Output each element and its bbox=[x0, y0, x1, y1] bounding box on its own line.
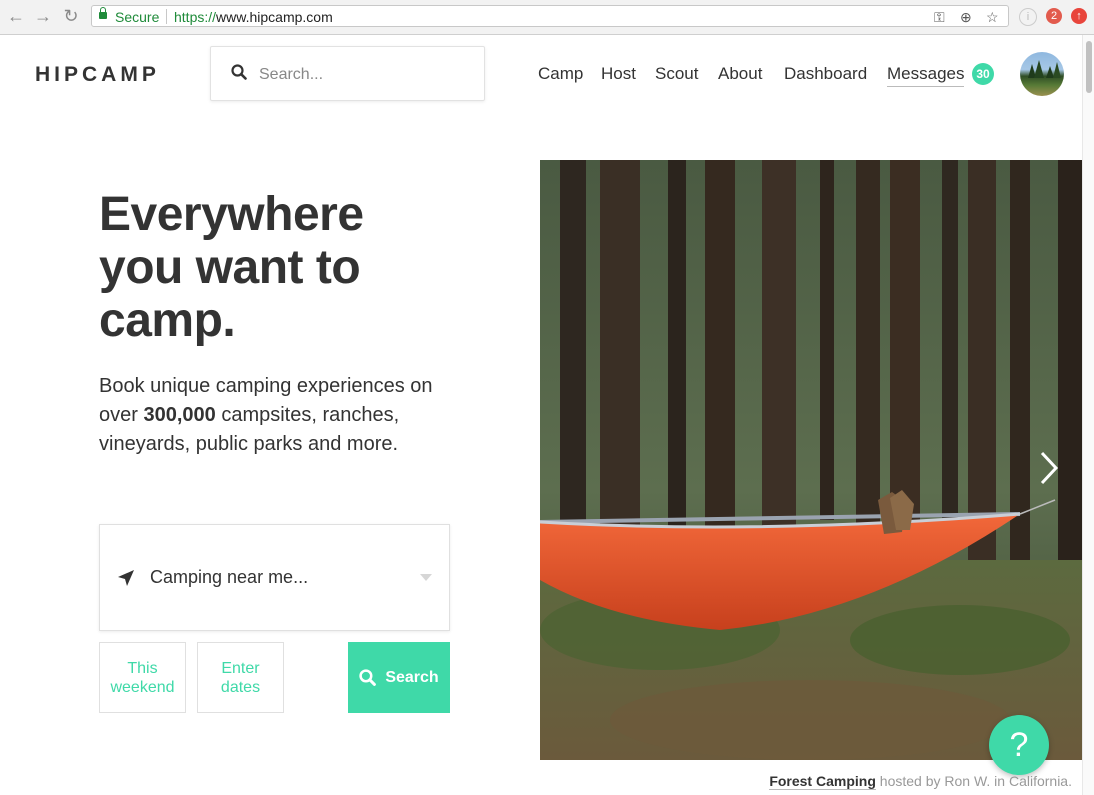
forward-arrow-icon[interactable]: → bbox=[33, 6, 53, 26]
help-icon: ? bbox=[1009, 726, 1029, 764]
reload-icon[interactable]: ↻ bbox=[61, 6, 81, 26]
location-select[interactable]: Camping near me... bbox=[99, 524, 450, 631]
hipcamp-logo[interactable]: HIPCAMP bbox=[35, 63, 160, 87]
url-text[interactable]: https://www.hipcamp.com bbox=[174, 6, 333, 28]
lock-icon bbox=[99, 7, 107, 19]
site-search-input[interactable] bbox=[257, 62, 471, 88]
extension-icon[interactable]: 2 bbox=[1046, 8, 1062, 24]
extension-badge: 2 bbox=[1050, 10, 1058, 22]
search-icon bbox=[231, 64, 247, 80]
avatar-image bbox=[1028, 60, 1061, 78]
nav-host[interactable]: Host bbox=[601, 64, 636, 84]
photo-caption: Forest Camping hosted by Ron W. in Calif… bbox=[769, 773, 1072, 790]
address-divider bbox=[166, 9, 167, 24]
page-scrollbar[interactable] bbox=[1082, 35, 1094, 795]
hero-photo bbox=[540, 160, 1082, 760]
headline-line-3: camp. bbox=[99, 294, 236, 347]
key-icon[interactable]: ⚿ bbox=[934, 6, 945, 28]
caption-title-link[interactable]: Forest Camping bbox=[769, 773, 876, 790]
this-weekend-line-1: This bbox=[127, 659, 158, 677]
url-host: www.hipcamp.com bbox=[216, 9, 333, 25]
this-weekend-button[interactable]: This weekend bbox=[99, 642, 186, 713]
messages-count-badge[interactable]: 30 bbox=[972, 63, 994, 85]
scrollbar-thumb[interactable] bbox=[1086, 41, 1092, 93]
info-extension-icon[interactable]: i bbox=[1019, 8, 1037, 26]
enter-dates-button[interactable]: Enter dates bbox=[197, 642, 284, 713]
help-button[interactable]: ? bbox=[989, 715, 1049, 775]
enter-dates-line-1: Enter bbox=[221, 659, 260, 677]
search-icon bbox=[359, 669, 377, 686]
chevron-right-icon[interactable] bbox=[1037, 450, 1061, 486]
headline-line-2: you want to bbox=[99, 241, 361, 294]
chevron-down-icon bbox=[420, 574, 432, 581]
nav-camp[interactable]: Camp bbox=[538, 64, 583, 84]
nav-dashboard[interactable]: Dashboard bbox=[784, 64, 867, 84]
caption-details: hosted by Ron W. in California. bbox=[875, 773, 1072, 789]
nav-messages[interactable]: Messages bbox=[887, 64, 965, 87]
nav-scout[interactable]: Scout bbox=[655, 64, 698, 84]
nav-about[interactable]: About bbox=[718, 64, 762, 84]
update-icon[interactable]: ↑ bbox=[1071, 8, 1087, 24]
headline-line-1: Everywhere bbox=[99, 188, 364, 241]
url-scheme: https:// bbox=[174, 9, 217, 25]
search-button-label: Search bbox=[385, 668, 439, 686]
forest-hammock-image bbox=[540, 160, 1082, 760]
location-arrow-icon bbox=[118, 570, 134, 586]
address-bar[interactable]: Secure https://www.hipcamp.com ⚿ ⊕ ☆ bbox=[91, 5, 1009, 27]
campsite-count: 300,000 bbox=[143, 404, 216, 426]
back-arrow-icon[interactable]: ← bbox=[6, 6, 26, 26]
zoom-icon[interactable]: ⊕ bbox=[960, 6, 972, 28]
avatar[interactable] bbox=[1020, 52, 1064, 96]
secure-label: Secure bbox=[115, 9, 160, 25]
location-placeholder: Camping near me... bbox=[150, 567, 309, 587]
hero-headline: Everywhere you want to camp. bbox=[99, 188, 429, 347]
hero-subtitle: Book unique camping experiences on over … bbox=[99, 372, 459, 459]
search-button[interactable]: Search bbox=[348, 642, 450, 713]
bookmark-star-icon[interactable]: ☆ bbox=[986, 6, 999, 28]
browser-toolbar: ← → ↻ Secure https://www.hipcamp.com ⚿ ⊕… bbox=[0, 0, 1094, 35]
enter-dates-line-2: dates bbox=[220, 678, 261, 696]
site-search-box[interactable] bbox=[210, 46, 485, 101]
this-weekend-line-2: weekend bbox=[110, 678, 175, 696]
